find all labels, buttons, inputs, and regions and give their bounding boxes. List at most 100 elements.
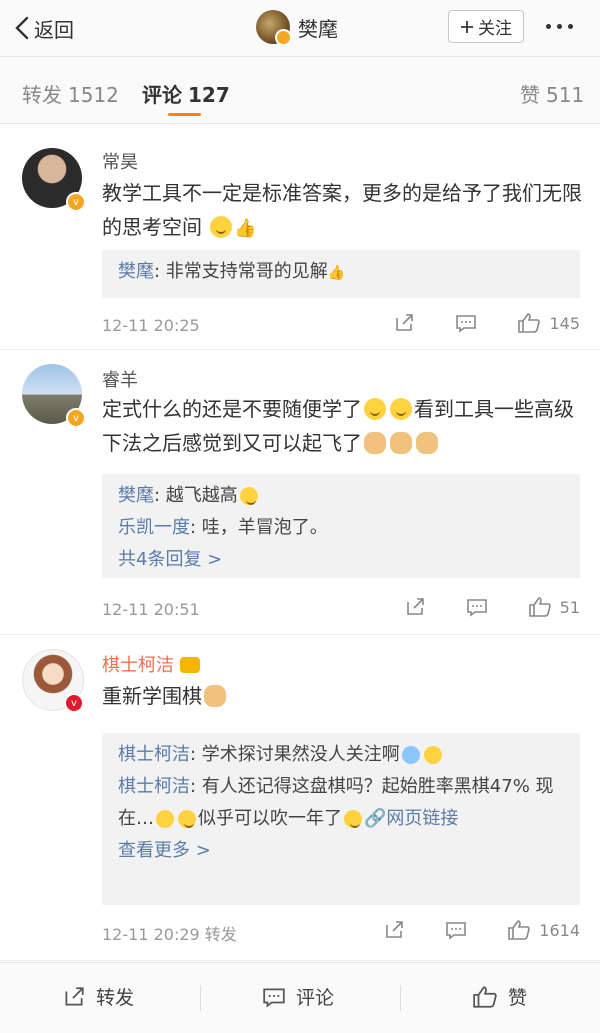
comment-button[interactable]: 评论 [262, 983, 334, 1010]
comment-icon[interactable] [455, 312, 477, 334]
like-button[interactable]: 51 [528, 596, 580, 618]
reply-item: 乐凯一度: 哇，羊冒泡了。 [118, 512, 564, 544]
reply-box[interactable]: 棋士柯洁: 学术探讨果然没人关注啊 棋士柯洁: 有人还记得这盘棋吗？起始胜率黑棋… [102, 733, 580, 905]
comment-text-body: 定式什么的还是不要随便学了 [102, 397, 362, 421]
back-button[interactable]: 返回 [14, 12, 74, 44]
share-icon[interactable] [383, 919, 405, 941]
comment-time: 12-11 20:29 [102, 925, 200, 944]
tab-likes[interactable]: 赞 511 [520, 79, 584, 108]
comment-time: 12-11 20:25 [102, 316, 200, 335]
view-more-link[interactable]: 查看更多 > [118, 835, 564, 867]
comment-text-body: 重新学围棋 [102, 684, 202, 708]
smile-emoji-icon [210, 216, 233, 238]
comment-icon[interactable] [466, 596, 488, 618]
more-replies-link[interactable]: 共4条回复 > [118, 544, 564, 576]
tab-bar: 转发 1512 评论 127 赞 511 [0, 57, 600, 124]
tab-count: 1512 [68, 83, 119, 107]
repost-button[interactable]: 转发 [62, 983, 134, 1010]
bottom-action-bar: 转发 评论 赞 [0, 962, 600, 1033]
tab-count: 511 [546, 83, 585, 107]
share-icon[interactable] [404, 596, 426, 618]
title-area[interactable]: 樊麾 [256, 10, 338, 46]
thumbs-up-icon [508, 920, 531, 940]
comment-text: 教学工具不一定是标准答案，更多的是给予了我们无限的思考空间 👍 [102, 176, 592, 246]
reply-box[interactable]: 樊麾: 非常支持常哥的见解👍 [102, 250, 580, 298]
doge-emoji-icon [364, 432, 386, 454]
back-label: 返回 [34, 17, 74, 42]
comment-label: 评论 [296, 987, 335, 1009]
like-button[interactable]: 1614 [507, 919, 580, 941]
chevron-left-icon [15, 16, 29, 40]
divider [400, 985, 401, 1011]
sad-emoji-icon [423, 746, 442, 764]
reply-box[interactable]: 樊麾: 越飞越高 乐凯一度: 哇，羊冒泡了。 共4条回复 > [102, 474, 580, 578]
doge-emoji-icon [416, 432, 438, 454]
comment-author[interactable]: 睿羊 [102, 366, 138, 392]
tab-label: 转发 [22, 83, 62, 107]
reply-item: 棋士柯洁: 学术探讨果然没人关注啊 [118, 739, 564, 771]
reply-text: : 学术探讨果然没人关注啊 [190, 744, 400, 765]
reply-author[interactable]: 棋士柯洁 [118, 744, 190, 765]
author-name: 棋士柯洁 [102, 655, 174, 676]
reply-author[interactable]: 棋士柯洁 [118, 776, 190, 797]
like-button[interactable]: 赞 [472, 983, 527, 1010]
avatar [256, 10, 292, 46]
comment-author[interactable]: 棋士柯洁 [102, 651, 200, 677]
tongue-emoji-icon [364, 398, 386, 420]
thumbs-up-icon [518, 313, 541, 333]
like-button[interactable]: 145 [517, 312, 580, 334]
more-icon[interactable] [546, 24, 573, 29]
tab-label: 评论 [142, 83, 182, 107]
reply-text: : 非常支持常哥的见解 [154, 261, 328, 282]
reply-text: 似乎可以吹一年了 [198, 808, 342, 829]
doge-emoji-icon [390, 432, 412, 454]
reply-author[interactable]: 樊麾 [118, 261, 154, 282]
comment-time: 12-11 20:51 [102, 600, 200, 619]
tab-count: 127 [188, 83, 230, 107]
reply-author[interactable]: 乐凯一度 [118, 517, 190, 538]
page-title: 樊麾 [298, 16, 338, 41]
reply-author[interactable]: 樊麾 [118, 485, 154, 506]
thumbs-up-icon [528, 597, 551, 617]
like-label: 赞 [508, 987, 528, 1009]
share-icon [65, 986, 84, 1006]
tab-comments[interactable]: 评论 127 [142, 79, 230, 108]
link-icon: 🔗 [364, 808, 387, 829]
comment-actions: 51 [404, 596, 580, 618]
reply-text: : 哇，羊冒泡了。 [190, 517, 328, 538]
comment-actions: 1614 [383, 919, 580, 941]
comment-author[interactable]: 常昊 [102, 148, 138, 174]
like-count: 145 [549, 313, 580, 333]
comment-actions: 145 [393, 312, 580, 334]
thumbs-up-icon [473, 985, 497, 1008]
comment-text: 定式什么的还是不要随便学了 看到工具一些高级下法之后感觉到又可以起飞了 [102, 392, 592, 460]
comment-item: v 常昊 教学工具不一定是标准答案，更多的是给予了我们无限的思考空间 👍 樊麾:… [0, 124, 600, 350]
follow-label: 关注 [478, 19, 512, 39]
plus-icon [461, 20, 473, 33]
link-label: 网页链接 [386, 808, 459, 829]
grin-emoji-icon [239, 487, 258, 505]
crown-badge-icon [179, 657, 200, 673]
like-count: 1614 [539, 920, 580, 940]
comment-item: v 棋士柯洁 重新学围棋 棋士柯洁: 学术探讨果然没人关注啊 棋士柯洁: 有人还… [0, 635, 600, 961]
verified-icon: v [66, 192, 86, 212]
smile-emoji-icon [344, 810, 362, 828]
comment-icon [263, 987, 285, 1007]
smile-emoji-icon [178, 810, 196, 828]
falling-emoji-icon [401, 746, 420, 764]
tab-reposts[interactable]: 转发 1512 [22, 79, 119, 108]
top-bar: 返回 樊麾 关注 [0, 0, 600, 57]
divider [200, 985, 201, 1011]
reply-item: 樊麾: 非常支持常哥的见解👍 [118, 256, 564, 289]
comment-text-body: 教学工具不一定是标准答案，更多的是给予了我们无限的思考空间 [102, 181, 582, 239]
like-count: 51 [559, 597, 580, 617]
thumbs-up-emoji-icon: 👍 [327, 265, 346, 281]
share-icon[interactable] [393, 312, 415, 334]
web-link[interactable]: 🔗网页链接 [364, 808, 458, 829]
repost-label[interactable]: 转发 [205, 925, 237, 944]
comment-icon[interactable] [445, 919, 467, 941]
follow-button[interactable]: 关注 [448, 10, 524, 43]
tab-label: 赞 [520, 83, 540, 107]
verified-icon: v [66, 408, 86, 428]
comment-item: v 睿羊 定式什么的还是不要随便学了 看到工具一些高级下法之后感觉到又可以起飞了 … [0, 350, 600, 635]
